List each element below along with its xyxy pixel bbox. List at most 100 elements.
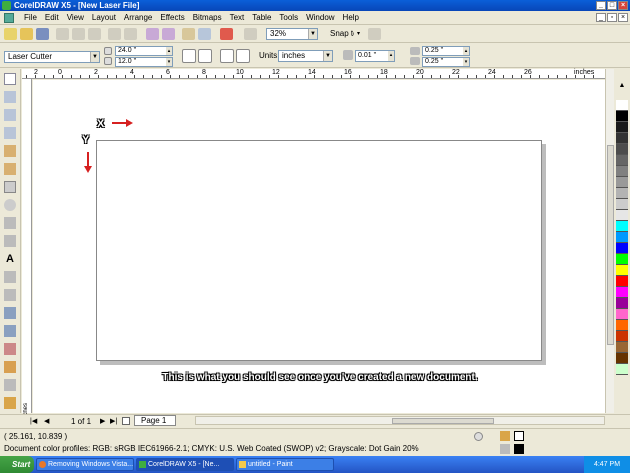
palette-swatch[interactable] [616,331,628,342]
outline-pen-tool-icon[interactable] [4,379,16,391]
zoom-tool-icon[interactable] [4,127,16,139]
taskbar-item-paint[interactable]: untitled - Paint [236,458,334,471]
palette-swatch[interactable] [616,210,628,221]
menu-bitmaps[interactable]: Bitmaps [189,13,226,22]
close-button[interactable]: × [618,1,628,10]
print-icon[interactable] [220,28,233,40]
palette-swatch[interactable] [616,155,628,166]
menu-help[interactable]: Help [339,13,363,22]
palette-swatch[interactable] [616,287,628,298]
add-page-icon[interactable] [122,417,130,425]
palette-swatch[interactable] [616,122,628,133]
export-icon[interactable] [162,28,175,40]
page-tab[interactable]: Page 1 [134,415,176,426]
palette-swatch[interactable] [616,276,628,287]
smart-fill-tool-icon[interactable] [4,163,16,175]
ellipse-tool-icon[interactable] [4,199,16,211]
current-page-icon[interactable] [236,49,250,63]
palette-swatch[interactable] [616,364,628,375]
palette-swatch[interactable] [616,320,628,331]
maximize-button[interactable]: □ [607,1,617,10]
paste-icon[interactable] [88,28,101,40]
import-icon[interactable] [146,28,159,40]
basic-shapes-tool-icon[interactable] [4,235,16,247]
transparency-tool-icon[interactable] [4,343,16,355]
portrait-icon[interactable] [182,49,196,63]
nudge-distance-field[interactable]: 0.01 " ▴ [355,50,395,62]
first-page-icon[interactable]: |◀ [30,417,37,425]
application-launcher-icon[interactable] [182,28,195,40]
vertical-ruler[interactable]: inches [22,79,32,420]
crop-tool-icon[interactable] [4,109,16,121]
undo-icon[interactable] [108,28,121,40]
palette-swatch[interactable] [616,265,628,276]
cut-icon[interactable] [56,28,69,40]
landscape-icon[interactable] [198,49,212,63]
all-pages-icon[interactable] [220,49,234,63]
copy-icon[interactable] [72,28,85,40]
freehand-tool-icon[interactable] [4,145,16,157]
polygon-tool-icon[interactable] [4,217,16,229]
horizontal-scroll-thumb[interactable] [392,418,494,424]
options-icon[interactable] [368,28,381,40]
last-page-icon[interactable]: ▶| [110,417,117,425]
blend-tool-icon[interactable] [4,325,16,337]
document-page[interactable] [96,140,542,361]
palette-swatch[interactable] [616,309,628,320]
system-tray-clock[interactable]: 4:47 PM [584,456,630,473]
palette-swatch[interactable] [616,353,628,364]
connector-tool-icon[interactable] [4,307,16,319]
color-profiles-info[interactable]: Document color profiles: RGB: sRGB IEC61… [4,444,419,453]
document-icon[interactable] [4,12,14,23]
parallel-dimension-tool-icon[interactable] [4,289,16,301]
menu-layout[interactable]: Layout [88,13,120,22]
page-width-field[interactable]: 24.0 " ▴ [115,46,173,56]
menu-window[interactable]: Window [302,13,338,22]
welcome-screen-icon[interactable] [198,28,211,40]
palette-swatch[interactable] [616,111,628,122]
palette-swatch[interactable] [616,133,628,144]
previous-page-icon[interactable]: ◀ [44,417,49,425]
menu-file[interactable]: File [20,13,41,22]
start-button[interactable]: Start [0,456,34,473]
palette-swatch[interactable] [616,232,628,243]
menu-tools[interactable]: Tools [275,13,302,22]
duplicate-distance-y-field[interactable]: 0.25 " ▾ [422,57,470,67]
palette-swatch[interactable] [616,298,628,309]
palette-swatch[interactable] [616,177,628,188]
horizontal-ruler[interactable]: 2 0 2 4 6 8 10 12 14 16 18 20 22 24 26 i… [22,69,606,79]
open-icon[interactable] [20,28,33,40]
menu-view[interactable]: View [63,13,88,22]
next-page-icon[interactable]: ▶ [100,417,105,425]
vertical-scroll-thumb[interactable] [607,145,614,345]
palette-swatch[interactable] [616,144,628,155]
menu-effects[interactable]: Effects [156,13,188,22]
palette-swatch[interactable] [616,199,628,210]
palette-swatch[interactable] [616,342,628,353]
doc-restore-button[interactable]: ▫ [607,13,617,22]
units-select[interactable]: inches ▼ [278,50,333,62]
palette-swatch[interactable] [616,243,628,254]
taskbar-item-firefox[interactable]: Removing Windows Vista... [36,458,134,471]
rectangle-tool-icon[interactable] [4,181,16,193]
menu-edit[interactable]: Edit [41,13,63,22]
snap-to-menu[interactable]: Snap to ▾ [326,28,364,40]
doc-close-button[interactable]: × [618,13,628,22]
menu-text[interactable]: Text [226,13,249,22]
palette-swatch[interactable] [616,100,628,111]
vertical-scrollbar[interactable] [605,69,614,413]
page-preset-select[interactable]: Laser Cutter ▼ [4,51,100,63]
full-screen-preview-icon[interactable] [244,28,257,40]
redo-icon[interactable] [124,28,137,40]
palette-scroll-up-icon[interactable]: ▲ [616,82,628,92]
minimize-button[interactable]: _ [596,1,606,10]
shape-tool-icon[interactable] [4,91,16,103]
palette-swatch[interactable] [616,254,628,265]
palette-swatch[interactable] [616,221,628,232]
text-tool-icon[interactable]: A [4,253,16,265]
page-height-field[interactable]: 12.0 " ▾ [115,57,173,67]
window-titlebar[interactable]: CorelDRAW X5 - [New Laser File] _ □ × [0,0,630,11]
new-document-icon[interactable] [4,28,17,40]
taskbar-item-coreldraw[interactable]: CorelDRAW X5 - [Ne... [136,458,234,471]
horizontal-scrollbar[interactable] [195,416,605,425]
